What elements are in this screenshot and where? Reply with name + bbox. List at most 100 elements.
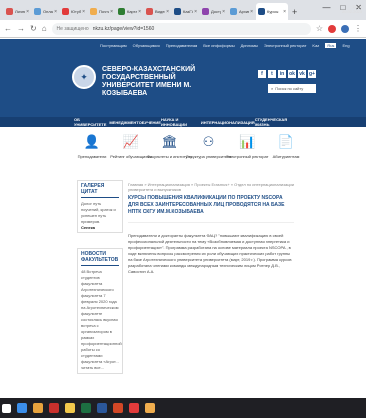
faculty-news-more-link[interactable]: читать все... bbox=[81, 365, 119, 371]
taskbar-app-icon[interactable] bbox=[49, 403, 59, 413]
home-icon[interactable]: ⌂ bbox=[42, 24, 47, 33]
social-links: f t in ok vk g+ bbox=[258, 70, 316, 78]
social-link-icon[interactable]: t bbox=[268, 70, 276, 78]
quicklinks-row: 👤 Преподаватели 📈 Рейтинг обучающихся 🏛 Факул… bbox=[74, 130, 304, 166]
tab-close-icon[interactable]: × bbox=[82, 9, 85, 15]
taskbar-app-icon[interactable] bbox=[65, 403, 75, 413]
windows-start-icon[interactable] bbox=[2, 403, 11, 413]
browser-tab[interactable]: Доступ× bbox=[200, 3, 227, 20]
quicklink-item[interactable]: 📈 Рейтинг обучающихся bbox=[110, 130, 151, 166]
taskbar-app-icon[interactable] bbox=[129, 403, 139, 413]
tab-close-icon[interactable]: × bbox=[138, 9, 141, 15]
social-link-icon[interactable]: vk bbox=[298, 70, 306, 78]
site-search-input[interactable]: ⌕ Поиск по сайту bbox=[268, 84, 316, 93]
search-placeholder: Поиск по сайту bbox=[275, 86, 304, 91]
not-secure-label: Не защищено bbox=[56, 25, 89, 32]
new-tab-icon[interactable]: + bbox=[292, 7, 297, 17]
structure-icon: ⚇ bbox=[202, 134, 215, 149]
social-link-icon[interactable]: ok bbox=[288, 70, 296, 78]
taskbar-app-icon[interactable] bbox=[81, 403, 91, 413]
top-nav-link[interactable]: Rus bbox=[325, 43, 337, 48]
main-nav-item[interactable]: МЕНЕДЖМЕНТ bbox=[109, 120, 138, 125]
tab-label: Почта bbox=[99, 9, 110, 14]
taskbar-app-icon[interactable] bbox=[97, 403, 107, 413]
tab-favicon-icon bbox=[90, 8, 97, 15]
tab-close-icon[interactable]: × bbox=[194, 9, 197, 15]
taskbar bbox=[0, 398, 366, 418]
social-link-icon[interactable]: f bbox=[258, 70, 266, 78]
main-nav-item[interactable]: СТУДЕНЧЕСКАЯ ЖИЗНЬ bbox=[255, 117, 298, 127]
top-nav-link[interactable]: Все инфоформы bbox=[203, 43, 234, 48]
reload-icon[interactable]: ↻ bbox=[30, 24, 37, 33]
browser-tab[interactable]: Курсы × bbox=[256, 3, 288, 20]
tab-close-icon[interactable]: × bbox=[110, 9, 113, 15]
profile-icon[interactable] bbox=[341, 24, 349, 33]
taskbar-app-icon[interactable] bbox=[113, 403, 123, 413]
quote-gallery-title: ГАЛЕРЕЯ ЦИТАТ bbox=[81, 183, 119, 198]
minimize-icon[interactable]: — bbox=[322, 3, 330, 12]
tab-close-icon[interactable]: × bbox=[222, 9, 225, 15]
main-nav-item[interactable]: НАУКА И ИННОВАЦИИ bbox=[161, 117, 201, 127]
tab-close-icon[interactable]: × bbox=[283, 9, 286, 15]
tab-label: Архив bbox=[239, 9, 249, 14]
article: Главная » Интернационализация » Проекты … bbox=[128, 182, 294, 275]
quote-text: Долог путь поучений, краток и успешен пу… bbox=[81, 201, 116, 224]
top-nav-link[interactable]: Kaz bbox=[312, 43, 319, 48]
browser-tab[interactable]: Почта × bbox=[88, 3, 115, 20]
system-clock[interactable]: 15:23 20.02.2020 bbox=[342, 4, 362, 14]
browser-tab[interactable]: Личный к× bbox=[4, 3, 31, 20]
forward-icon[interactable]: → bbox=[17, 24, 25, 33]
quicklink-item[interactable]: 👤 Преподаватели bbox=[74, 130, 110, 166]
taskbar-app-icon[interactable] bbox=[33, 403, 43, 413]
main-nav-item[interactable]: ОБУЧЕНИЕ bbox=[139, 120, 161, 125]
tab-label: Ютуб bbox=[71, 9, 82, 14]
tab-favicon-icon bbox=[202, 8, 209, 15]
top-nav-link[interactable]: Преподавателям bbox=[166, 43, 198, 48]
chart-icon: 📈 bbox=[122, 134, 139, 149]
social-link-icon[interactable]: in bbox=[278, 70, 286, 78]
browser-tab[interactable]: Видео× bbox=[144, 3, 171, 20]
tab-close-icon[interactable]: × bbox=[166, 9, 169, 15]
tab-close-icon[interactable]: × bbox=[250, 9, 253, 15]
tab-favicon-icon bbox=[118, 8, 125, 15]
top-nav-link[interactable]: Электронный ректорат bbox=[264, 43, 306, 48]
menu-icon[interactable]: ⋮ bbox=[354, 24, 362, 33]
top-nav-link[interactable]: Дипломы bbox=[241, 43, 258, 48]
star-icon[interactable]: ☆ bbox=[316, 24, 323, 33]
taskbar-app-icon[interactable] bbox=[17, 403, 27, 413]
main-nav-item[interactable]: ИНТЕРНАЦИОНАЛИЗАЦИЯ bbox=[201, 120, 255, 125]
university-logo[interactable]: ✦ bbox=[72, 65, 96, 89]
main-nav: ОБ УНИВЕРСИТЕТЕ МЕНЕДЖМЕНТ ОБУЧЕНИЕ НАУКА И… bbox=[0, 117, 366, 127]
main-nav-item[interactable]: ОБ УНИВЕРСИТЕТЕ bbox=[74, 117, 109, 127]
tab-favicon-icon bbox=[34, 8, 41, 15]
top-nav-link[interactable]: Обучающимся bbox=[133, 43, 160, 48]
top-nav-link[interactable]: Eng bbox=[342, 43, 349, 48]
social-link-icon[interactable]: g+ bbox=[308, 70, 316, 78]
back-icon[interactable]: ← bbox=[4, 24, 12, 33]
browser-tab[interactable]: КазГУ × bbox=[172, 3, 199, 20]
site-header: Поступающим Обучающимся Преподавателям Все … bbox=[0, 39, 366, 117]
faculty-news-text[interactable]: 48 Встреча студентов факультета Агротехн… bbox=[81, 269, 122, 365]
top-nav-link[interactable]: Поступающим bbox=[100, 43, 127, 48]
tab-label: КазГУ bbox=[183, 9, 194, 14]
bar-chart-icon: 📊 bbox=[239, 134, 256, 149]
browser-tab[interactable]: Карта × bbox=[116, 3, 143, 20]
clock-date: 20.02.2020 bbox=[341, 9, 362, 14]
quicklink-item[interactable]: 📄 Абитуриентам bbox=[268, 130, 304, 166]
quicklink-item[interactable]: 📊 Электронный ректорат bbox=[226, 130, 268, 166]
tab-close-icon[interactable]: × bbox=[54, 9, 57, 15]
breadcrumb[interactable]: Главная » Интернационализация » Проекты … bbox=[128, 182, 294, 192]
tab-label: Доступ bbox=[211, 9, 221, 14]
browser-tab[interactable]: Онлайн× bbox=[32, 3, 59, 20]
browser-tab[interactable]: Архив× bbox=[228, 3, 255, 20]
university-name[interactable]: СЕВЕРО-КАЗАХСТАНСКИЙ ГОСУДАРСТВЕННЫЙ УНИ… bbox=[102, 66, 222, 98]
extension-icon[interactable] bbox=[328, 24, 336, 33]
quicklink-item[interactable]: ⚇ Структура университета bbox=[186, 130, 231, 166]
url-field[interactable]: Не защищено nkzu.kz/page/view?id=1560 bbox=[51, 22, 311, 35]
browser-tab[interactable]: Ютуб × bbox=[60, 3, 87, 20]
document-icon: 📄 bbox=[277, 134, 295, 149]
taskbar-app-icon[interactable] bbox=[145, 403, 155, 413]
quicklink-item[interactable]: 🏛 Факультеты и институты bbox=[147, 130, 192, 166]
tab-close-icon[interactable]: × bbox=[26, 9, 29, 15]
tab-favicon-icon bbox=[146, 8, 153, 15]
